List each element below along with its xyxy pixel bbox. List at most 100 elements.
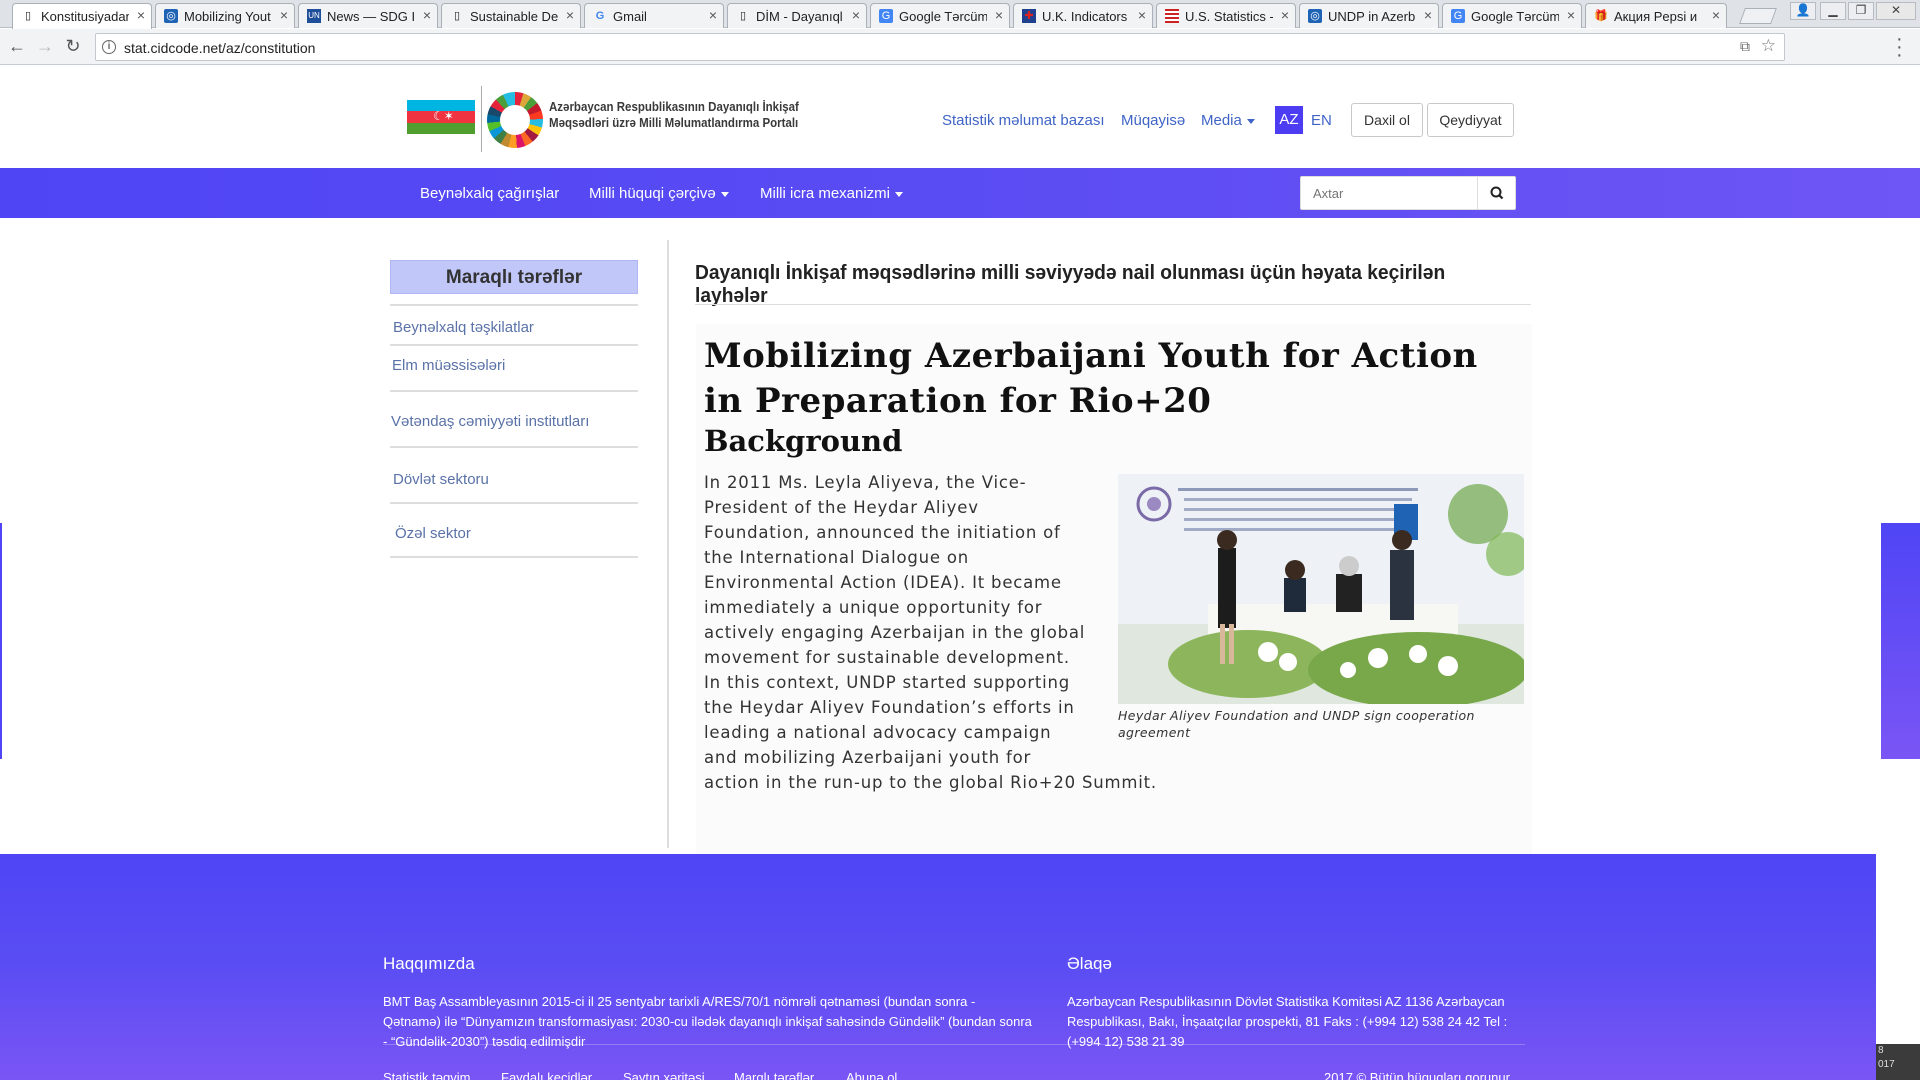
browser-tab-9[interactable]: U.S. Statistics - × xyxy=(1156,3,1296,28)
nav-media-label: Media xyxy=(1201,112,1242,129)
login-button[interactable]: Daxil ol xyxy=(1351,103,1423,137)
page-footer: Haqqımızda BMT Baş Assambleyasının 2015-… xyxy=(0,854,1876,1080)
browser-tab-11[interactable]: G Google Tərcüm × xyxy=(1442,3,1582,28)
translate-page-icon[interactable]: ⧉ xyxy=(1740,38,1750,55)
close-icon[interactable]: × xyxy=(280,7,288,23)
uk-flag-icon: ✚ xyxy=(1022,9,1036,23)
clock-line2: 017 xyxy=(1878,1059,1895,1070)
web-page: ☾✶ Azərbaycan Respublikasının Dayanıqlı … xyxy=(0,66,1920,1080)
close-icon[interactable]: × xyxy=(1424,7,1432,23)
browser-tab-2[interactable]: ◎ Mobilizing Yout × xyxy=(155,3,295,28)
lang-en-button[interactable]: EN xyxy=(1311,112,1332,129)
close-icon[interactable]: × xyxy=(1281,7,1289,23)
footer-link-subscribe[interactable]: Abunə ol xyxy=(846,1070,897,1080)
nav-implementation-label: Milli icra mexanizmi xyxy=(760,185,891,202)
article-body: Heydar Aliyev Foundation and UNDP sign c… xyxy=(704,470,1524,795)
content-divider xyxy=(667,240,669,848)
close-icon[interactable]: × xyxy=(566,7,574,23)
sidebar-item-private-sector[interactable]: Özəl sektor xyxy=(390,504,638,558)
info-icon[interactable]: i xyxy=(102,40,116,54)
article-figure: Heydar Aliyev Foundation and UNDP sign c… xyxy=(1118,474,1524,740)
new-tab-button[interactable] xyxy=(1739,8,1777,24)
browser-tab-8[interactable]: ✚ U.K. Indicators × xyxy=(1013,3,1153,28)
tab-title: Google Tərcüm xyxy=(1471,9,1559,24)
browser-tab-3[interactable]: UN News — SDG In × xyxy=(298,3,438,28)
search-input[interactable] xyxy=(1301,177,1477,209)
search-button[interactable] xyxy=(1477,177,1515,209)
sidebar-item-label: Vətəndaş cəmiyyəti institutları xyxy=(391,413,590,430)
main-navbar: Beynəlxalq çağırışlar Milli hüquqi çərçi… xyxy=(0,168,1920,218)
nav-legal-framework-label: Milli hüquqi çərçivə xyxy=(589,185,716,202)
profile-icon[interactable]: 👤 xyxy=(1790,2,1816,20)
nav-media[interactable]: Media xyxy=(1201,112,1255,129)
close-icon[interactable]: × xyxy=(709,7,717,23)
browser-tab-4[interactable]: ▯ Sustainable Dev × xyxy=(441,3,581,28)
browser-toolbar: ← → ↻ i stat.cidcode.net/az/constitution… xyxy=(0,29,1920,65)
close-icon[interactable]: × xyxy=(137,7,145,23)
tab-title: UNDP in Azerb xyxy=(1328,9,1416,24)
bookmark-star-icon[interactable]: ☆ xyxy=(1761,36,1776,56)
document-icon: ▯ xyxy=(739,10,747,22)
close-window-icon[interactable]: ✕ xyxy=(1876,2,1916,20)
sidebar-item-public-sector[interactable]: Dövlət sektoru xyxy=(390,448,638,504)
un-icon: UN xyxy=(307,9,321,23)
footer-link-calendar[interactable]: Statistik təqvim xyxy=(383,1070,470,1080)
browser-tab-5[interactable]: G Gmail × xyxy=(584,3,724,28)
lang-az-button[interactable]: AZ xyxy=(1275,106,1303,134)
portal-title-line2: Məqsədləri üzrə Milli Məlumatlandırma Po… xyxy=(549,116,799,130)
browser-tab-1[interactable]: ▯ Konstitusiyadan × xyxy=(12,3,152,29)
forward-icon[interactable]: → xyxy=(34,36,56,57)
nav-statistics-database[interactable]: Statistik məlumat bazası xyxy=(942,112,1105,129)
portal-title-line1: Azərbaycan Respublikasının Dayanıqlı İnk… xyxy=(549,100,799,114)
nav-legal-framework[interactable]: Milli hüquqi çərçivə xyxy=(589,185,729,202)
close-icon[interactable]: × xyxy=(423,7,431,23)
close-icon[interactable]: × xyxy=(1712,7,1720,23)
close-icon[interactable]: × xyxy=(1138,7,1146,23)
document-icon: ▯ xyxy=(453,10,461,22)
tab-title: Акция Pepsi и xyxy=(1614,9,1698,24)
back-icon[interactable]: ← xyxy=(6,36,28,57)
tab-title: Gmail xyxy=(613,9,647,24)
stakeholders-sidebar: Maraqlı tərəflər Beynəlxalq təşkilatlar … xyxy=(390,260,638,558)
article-paragraph: In 2011 Ms. Leyla Aliyeva, the Vice-Pres… xyxy=(704,473,1157,792)
browser-tab-7[interactable]: G Google Tərcüm × xyxy=(870,3,1010,28)
footer-about-title: Haqqımızda xyxy=(383,954,475,973)
tab-title: DİM - Dayanıql xyxy=(756,9,843,24)
undp-icon: ◎ xyxy=(164,9,178,23)
reload-icon[interactable]: ↻ xyxy=(62,36,84,57)
browser-tab-6[interactable]: ▯ DİM - Dayanıql × xyxy=(727,3,867,28)
page-heading: Dayanıqlı İnkişaf məqsədlərinə milli səv… xyxy=(695,262,1446,307)
browser-tab-12[interactable]: 🎁 Акция Pepsi и × xyxy=(1585,3,1727,28)
minimize-icon[interactable]: ▁ xyxy=(1820,2,1846,20)
footer-link-stakeholders[interactable]: Marqlı tərəflər xyxy=(734,1070,814,1080)
close-icon[interactable]: × xyxy=(995,7,1003,23)
register-button[interactable]: Qeydiyyat xyxy=(1427,103,1514,137)
sidebar-item-international-orgs[interactable]: Beynəlxalq təşkilatlar xyxy=(390,306,638,346)
signing-ceremony-photo[interactable] xyxy=(1118,474,1524,704)
translate-icon: G xyxy=(1451,9,1465,23)
restore-icon[interactable]: ❐ xyxy=(1848,2,1874,20)
logo-divider xyxy=(481,86,482,152)
sidebar-item-science-institutions[interactable]: Elm müəssisələri xyxy=(390,346,638,392)
browser-tab-10[interactable]: ◎ UNDP in Azerb × xyxy=(1299,3,1439,28)
close-icon[interactable]: × xyxy=(852,7,860,23)
photo-caption: Heydar Aliyev Foundation and UNDP sign c… xyxy=(1118,708,1475,740)
sidebar-item-civil-society[interactable]: Vətəndaş cəmiyyəti institutları xyxy=(390,392,638,448)
nav-international-challenges[interactable]: Beynəlxalq çağırışlar xyxy=(420,185,559,202)
sidebar-item-label: Beynəlxalq təşkilatlar xyxy=(393,319,534,336)
nav-compare[interactable]: Müqayisə xyxy=(1121,112,1185,129)
tab-title: U.K. Indicators xyxy=(1042,9,1128,24)
address-bar[interactable]: i stat.cidcode.net/az/constitution ⧉ ☆ xyxy=(95,33,1785,61)
footer-link-sitemap[interactable]: Saytın xəritəsi xyxy=(623,1070,705,1080)
sidebar-item-label: Elm müəssisələri xyxy=(392,357,506,374)
document-icon: ▯ xyxy=(24,10,32,22)
right-edge-accent[interactable] xyxy=(1881,523,1920,759)
undp-icon: ◎ xyxy=(1308,9,1322,23)
close-icon[interactable]: × xyxy=(1567,7,1575,23)
gift-icon: 🎁 xyxy=(1594,10,1608,22)
footer-link-useful-links[interactable]: Faydalı keçidlər xyxy=(501,1070,592,1080)
google-icon: G xyxy=(595,10,605,22)
nav-implementation-mechanism[interactable]: Milli icra mexanizmi xyxy=(760,185,904,202)
browser-menu-icon[interactable]: · · · xyxy=(1896,29,1903,65)
url-text[interactable]: stat.cidcode.net/az/constitution xyxy=(124,40,315,56)
